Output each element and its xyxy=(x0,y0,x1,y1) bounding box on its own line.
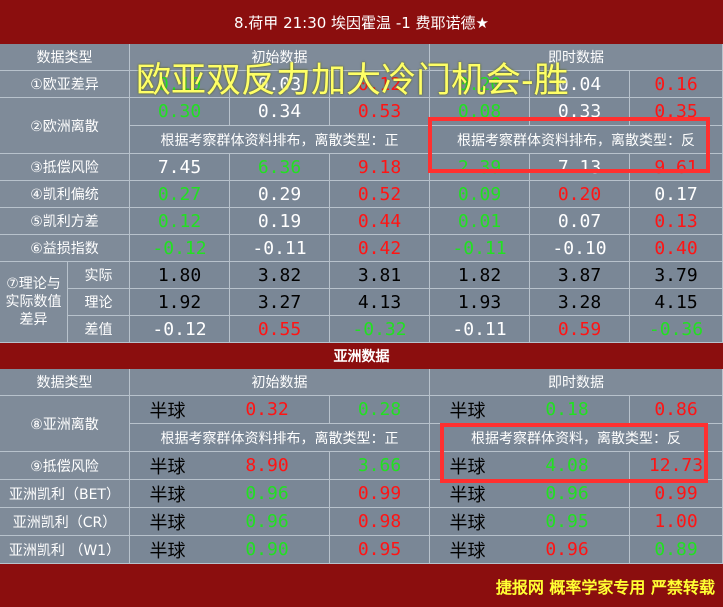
col-header-type: 数据类型 xyxy=(0,369,130,396)
value-cell: 4.13 xyxy=(330,289,430,316)
highlight-box-asia xyxy=(440,423,708,483)
value-cell: 3.81 xyxy=(330,262,430,289)
handicap-live: 半球 xyxy=(430,480,505,508)
value-cell: 0.18 xyxy=(505,396,630,424)
row-label: 亚洲凯利 （W1） xyxy=(0,536,130,564)
row-label: ⑨抵偿风险 xyxy=(0,452,130,480)
value-cell: -0.12 xyxy=(130,235,230,262)
section-title-asia: 亚洲数据 xyxy=(0,343,723,369)
value-cell: 0.96 xyxy=(505,480,630,508)
value-cell: 0.98 xyxy=(330,508,430,536)
handicap-initial: 半球 xyxy=(130,480,205,508)
value-cell: -0.11 xyxy=(230,235,330,262)
row-label: 亚洲凯利（CR） xyxy=(0,508,130,536)
value-cell: 0.99 xyxy=(330,480,430,508)
value-cell: 0.96 xyxy=(205,480,330,508)
value-cell: 3.79 xyxy=(630,262,723,289)
row-label-theory: ⑦理论与实际数值差异 xyxy=(0,262,68,343)
value-cell: 0.01 xyxy=(430,208,530,235)
handicap-initial: 半球 xyxy=(130,396,205,424)
sub-row-label: 实际 xyxy=(68,262,130,289)
value-cell: 1.80 xyxy=(130,262,230,289)
value-cell: 0.52 xyxy=(330,181,430,208)
col-header-live: 即时数据 xyxy=(430,369,723,396)
value-cell: 1.93 xyxy=(430,289,530,316)
handicap-initial: 半球 xyxy=(130,508,205,536)
value-cell: 0.96 xyxy=(205,508,330,536)
value-cell: 0.59 xyxy=(530,316,630,343)
value-cell: -0.12 xyxy=(130,316,230,343)
value-cell: 0.07 xyxy=(530,208,630,235)
value-cell: 0.13 xyxy=(630,208,723,235)
value-cell: 0.44 xyxy=(330,208,430,235)
value-cell: -0.11 xyxy=(430,316,530,343)
value-cell: 0.89 xyxy=(630,536,723,564)
row-label: ④凯利偏统 xyxy=(0,181,130,208)
match-header-title: 8.荷甲 21:30 埃因霍温 -1 费耶诺德★ xyxy=(0,0,723,44)
value-cell: 3.28 xyxy=(530,289,630,316)
handicap-live: 半球 xyxy=(430,536,505,564)
row-label: ③抵偿风险 xyxy=(0,154,130,181)
highlight-box-europe xyxy=(428,117,710,173)
dispersion-note-initial: 根据考察群体资料排布，离散类型：正 xyxy=(130,424,430,452)
value-cell: -0.10 xyxy=(530,235,630,262)
col-header-initial: 初始数据 xyxy=(130,369,430,396)
row-label: ⑥益损指数 xyxy=(0,235,130,262)
sub-row-label: 理论 xyxy=(68,289,130,316)
value-cell: -0.36 xyxy=(630,316,723,343)
value-cell: 8.90 xyxy=(205,452,330,480)
value-cell: 0.29 xyxy=(230,181,330,208)
value-cell: 0.95 xyxy=(330,536,430,564)
value-cell: 7.45 xyxy=(130,154,230,181)
value-cell: 9.18 xyxy=(330,154,430,181)
value-cell: -0.32 xyxy=(330,316,430,343)
value-cell: 6.36 xyxy=(230,154,330,181)
value-cell: 3.27 xyxy=(230,289,330,316)
value-cell: 0.42 xyxy=(330,235,430,262)
value-cell: 0.32 xyxy=(205,396,330,424)
handicap-live: 半球 xyxy=(430,508,505,536)
sub-row-label: 差值 xyxy=(68,316,130,343)
value-cell: 0.27 xyxy=(130,181,230,208)
value-cell: 1.00 xyxy=(630,508,723,536)
value-cell: 0.96 xyxy=(505,536,630,564)
handicap-initial: 半球 xyxy=(130,536,205,564)
handicap-initial: 半球 xyxy=(130,452,205,480)
value-cell: 4.15 xyxy=(630,289,723,316)
row-label: ①欧亚差异 xyxy=(0,71,130,98)
value-cell: 0.95 xyxy=(505,508,630,536)
row-label: 亚洲凯利（BET） xyxy=(0,480,130,508)
value-cell: 0.19 xyxy=(230,208,330,235)
value-cell: 0.99 xyxy=(630,480,723,508)
value-cell: 0.90 xyxy=(205,536,330,564)
value-cell: 0.86 xyxy=(630,396,723,424)
value-cell: 0.40 xyxy=(630,235,723,262)
overlay-banner-text: 欧亚双反力加大冷门机会-胜 xyxy=(136,61,569,101)
handicap-live: 半球 xyxy=(430,396,505,424)
col-header-type: 数据类型 xyxy=(0,44,130,71)
value-cell: -0.11 xyxy=(430,235,530,262)
value-cell: 3.66 xyxy=(330,452,430,480)
value-cell: 0.28 xyxy=(330,396,430,424)
row-label: ⑤凯利方差 xyxy=(0,208,130,235)
value-cell: 0.55 xyxy=(230,316,330,343)
value-cell: 0.20 xyxy=(530,181,630,208)
value-cell: 3.82 xyxy=(230,262,330,289)
value-cell: 0.17 xyxy=(630,181,723,208)
value-cell: 1.82 xyxy=(430,262,530,289)
value-cell: 1.92 xyxy=(130,289,230,316)
footer-banner: 捷报网 概率学家专用 严禁转载 xyxy=(0,564,723,607)
dispersion-note-initial: 根据考察群体资料排布，离散类型：正 xyxy=(130,126,430,154)
value-cell: 0.12 xyxy=(130,208,230,235)
row-label: ⑧亚洲离散 xyxy=(0,396,130,452)
row-label: ②欧洲离散 xyxy=(0,98,130,154)
value-cell: 3.87 xyxy=(530,262,630,289)
value-cell: 0.09 xyxy=(430,181,530,208)
